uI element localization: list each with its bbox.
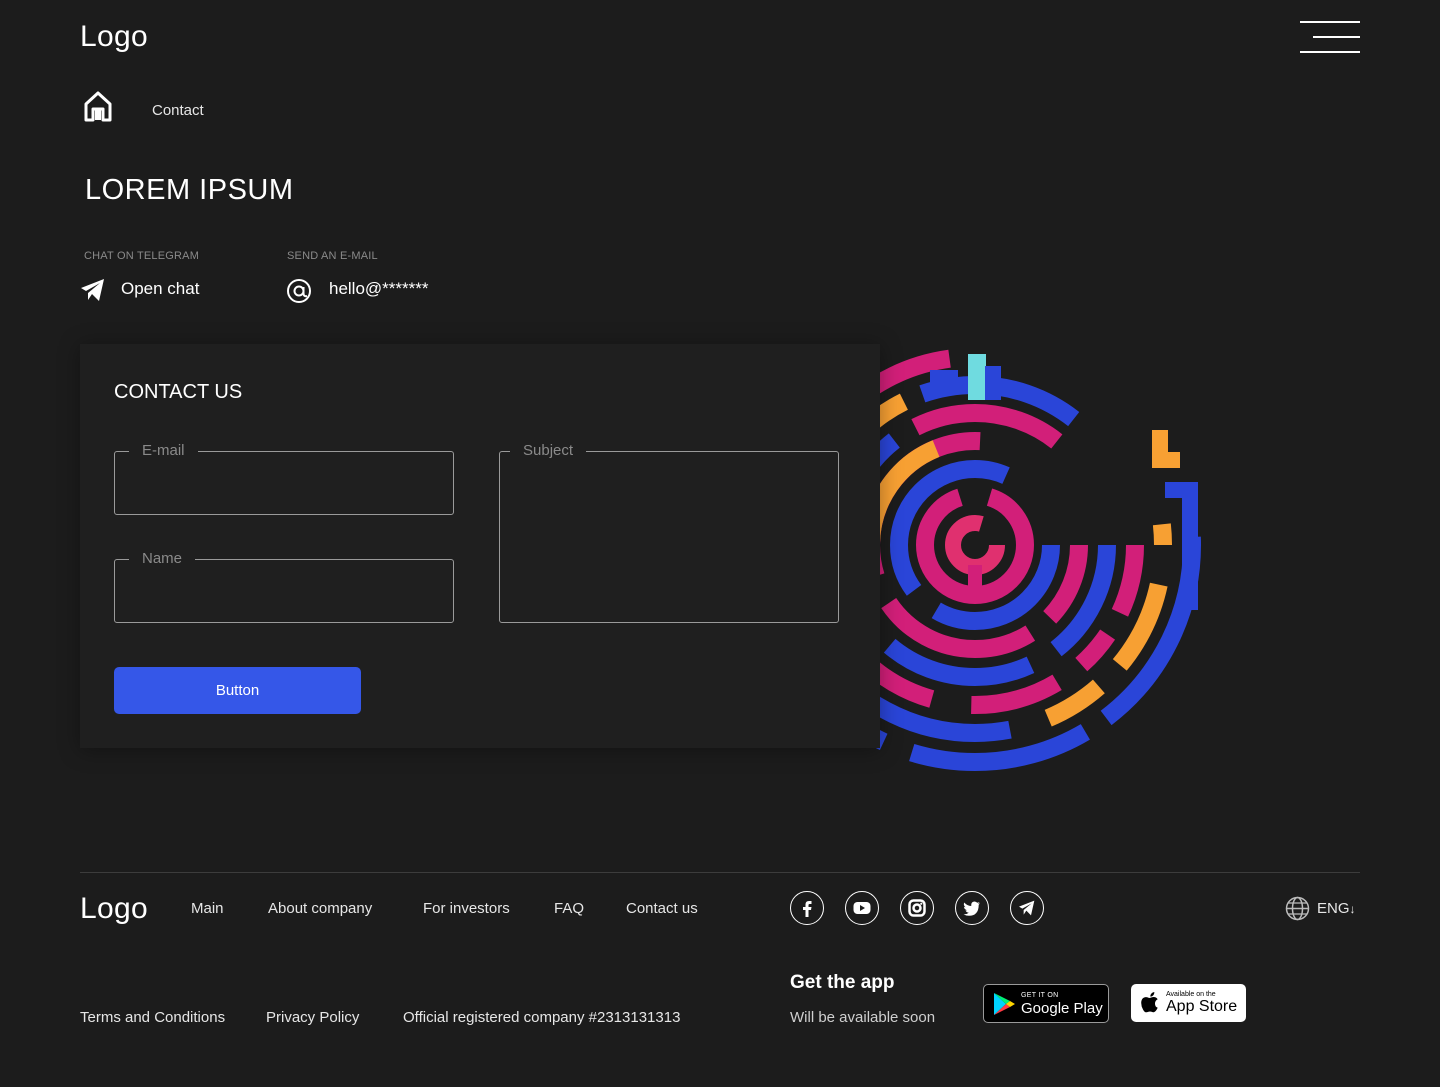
footer-nav-contact[interactable]: Contact us xyxy=(626,900,698,917)
name-field-label: Name xyxy=(129,550,196,567)
youtube-button[interactable] xyxy=(845,891,879,925)
telegram-icon xyxy=(80,278,106,302)
language-value: ENG xyxy=(1317,900,1350,917)
breadcrumb-current: Contact xyxy=(152,102,204,119)
at-icon xyxy=(286,278,312,304)
company-registration: Official registered company #2313131313 xyxy=(403,1009,681,1026)
email-label: SEND AN E-MAIL xyxy=(287,250,378,262)
maze-illustration xyxy=(872,319,1201,771)
instagram-icon xyxy=(908,899,926,917)
footer-divider xyxy=(80,872,1360,873)
footer-nav-faq[interactable]: FAQ xyxy=(554,900,584,917)
email-field-label: E-mail xyxy=(129,442,198,459)
globe-icon xyxy=(1285,896,1310,921)
google-play-big: Google Play xyxy=(1021,999,1103,1017)
twitter-button[interactable] xyxy=(955,891,989,925)
twitter-icon xyxy=(963,901,980,916)
contact-form-title: CONTACT US xyxy=(114,381,243,403)
google-play-small: GET IT ON xyxy=(1021,991,1059,999)
language-selector[interactable]: ENG↓ xyxy=(1317,900,1356,917)
open-chat-link[interactable]: Open chat xyxy=(121,279,199,299)
google-play-icon xyxy=(994,992,1015,1015)
privacy-link[interactable]: Privacy Policy xyxy=(266,1009,359,1026)
instagram-button[interactable] xyxy=(900,891,934,925)
subject-field[interactable]: Subject xyxy=(499,442,839,623)
apple-icon xyxy=(1141,992,1158,1013)
telegram-icon xyxy=(1019,900,1035,916)
get-app-subtitle: Will be available soon xyxy=(790,1009,936,1026)
footer-logo[interactable]: Logo xyxy=(80,892,148,926)
google-play-badge[interactable]: GET IT ON Google Play xyxy=(983,984,1109,1023)
home-icon[interactable] xyxy=(82,90,114,122)
email-link[interactable]: hello@******* xyxy=(329,279,429,299)
name-field[interactable]: Name xyxy=(114,550,454,623)
email-field[interactable]: E-mail xyxy=(114,442,454,515)
header-logo[interactable]: Logo xyxy=(80,20,148,54)
footer-nav-investors[interactable]: For investors xyxy=(423,900,510,917)
footer-nav-main[interactable]: Main xyxy=(191,900,224,917)
telegram-label: CHAT ON TELEGRAM xyxy=(84,250,200,262)
facebook-icon xyxy=(803,901,812,917)
app-store-small: Available on the xyxy=(1166,991,1216,998)
page-title: LOREM IPSUM xyxy=(85,174,294,206)
facebook-button[interactable] xyxy=(790,891,824,925)
terms-link[interactable]: Terms and Conditions xyxy=(80,1009,225,1026)
get-app-title: Get the app xyxy=(790,972,895,993)
app-store-big: App Store xyxy=(1166,998,1238,1015)
youtube-icon xyxy=(853,902,871,914)
submit-button[interactable]: Button xyxy=(114,667,361,714)
telegram-social-button[interactable] xyxy=(1010,891,1044,925)
app-store-badge[interactable]: Available on the App Store xyxy=(1131,984,1246,1022)
hamburger-menu-icon xyxy=(1300,21,1360,23)
subject-field-label: Subject xyxy=(510,442,587,459)
footer-nav-about[interactable]: About company xyxy=(268,900,372,917)
arrow-down-icon: ↓ xyxy=(1349,902,1356,916)
hamburger-menu-button[interactable] xyxy=(1300,20,1360,54)
